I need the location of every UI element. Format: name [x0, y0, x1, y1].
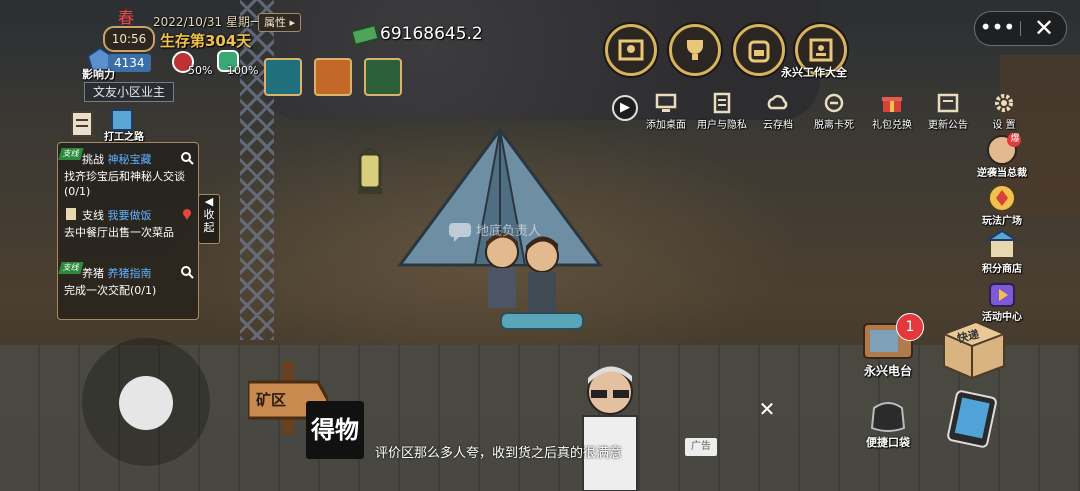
money-icon — [350, 23, 380, 46]
season-icon: 春 — [117, 8, 134, 27]
map-icon — [618, 39, 644, 61]
quest-name: 养猪指南 — [107, 267, 152, 280]
clipboard-icon[interactable] — [66, 108, 98, 138]
more-button[interactable]: ••• — [975, 12, 1020, 45]
settings-icon — [995, 94, 1013, 112]
menu-label: 脱离卡死 — [814, 120, 854, 131]
pouch-icon — [870, 402, 906, 432]
phone-button[interactable] — [934, 388, 1008, 450]
add-desktop-icon — [655, 93, 677, 112]
hoverboard — [500, 312, 584, 330]
quest-kind: 养猪 — [82, 267, 104, 280]
event-center-icon — [989, 283, 1015, 307]
trophy-button[interactable] — [669, 24, 721, 76]
hot-badge: 爆 — [1010, 134, 1020, 144]
backpack-icon — [748, 40, 770, 63]
title-badge: 文友小区业主 — [84, 82, 175, 102]
map-button[interactable] — [605, 24, 657, 76]
right-button-label: 积分商店 — [982, 264, 1022, 275]
points-shop-button[interactable]: 积分商店 — [977, 228, 1027, 278]
gift-icon — [882, 97, 902, 112]
gameplay-square-icon — [988, 184, 1016, 212]
window-controls: ••• ✕ — [974, 11, 1067, 46]
buff-run-icon[interactable] — [264, 58, 302, 96]
quest-kind: 支线 — [82, 209, 104, 222]
quest-item-treasure[interactable]: 支线 挑战 神秘宝藏 找齐珍宝后和神秘人交谈(0/1) — [58, 148, 194, 199]
game-date: 2022/10/31 星期一 — [153, 15, 262, 29]
quest-desc: 完成一次交配(0/1) — [64, 284, 157, 297]
ad-text[interactable]: 评价区那么多人夸，收到货之后真的很满意 — [375, 442, 622, 461]
quest-tag: 支线 — [58, 148, 84, 160]
influence-label: 影响力 — [82, 68, 115, 81]
menu-unstuck[interactable]: 脱离卡死 — [806, 92, 862, 132]
menu-expand-button[interactable]: ▶ — [612, 95, 638, 121]
hunger-value: 50% — [188, 64, 213, 77]
quest-desc: 找齐珍宝后和神秘人交谈(0/1) — [64, 170, 185, 198]
menu-label: 用户与隐私 — [697, 120, 747, 131]
close-button[interactable]: ✕ — [1022, 12, 1066, 45]
user-privacy-icon — [713, 92, 731, 114]
quest-kind: 挑战 — [82, 153, 104, 166]
npc-name-label[interactable]: 地底负责人 — [476, 221, 541, 243]
chat-bubble-icon — [449, 223, 471, 242]
joystick-knob[interactable] — [119, 376, 173, 430]
quest-panel: 支线 挑战 神秘宝藏 找齐珍宝后和神秘人交谈(0/1) 支线 我要做饭 去中餐厅… — [57, 142, 199, 320]
quest-tag: 支线 — [58, 262, 84, 274]
quick-pocket-label: 便捷口袋 — [866, 436, 910, 449]
backpack-button[interactable] — [733, 24, 785, 76]
collapse-quests-button[interactable]: ◀ 收 起 — [198, 194, 220, 244]
work-icon — [809, 38, 833, 62]
quest-title: 挑战 神秘宝藏 — [64, 151, 194, 167]
ad-logo[interactable]: 得物 — [306, 401, 364, 459]
gameplay-square-button[interactable]: 玩法广场 — [977, 180, 1027, 230]
quest-title: 支线 我要做饭 — [64, 207, 194, 223]
notification-badge: 1 — [896, 313, 924, 341]
quest-name: 神秘宝藏 — [107, 153, 152, 166]
announcement-icon — [937, 93, 959, 113]
buff-clover-icon[interactable] — [364, 58, 402, 96]
menu-add-desktop[interactable]: 添加桌面 — [638, 92, 694, 132]
underground-manager-npc[interactable] — [575, 360, 645, 491]
menu-label: 礼包兑换 — [872, 120, 912, 131]
ad-close-button[interactable]: ✕ — [756, 398, 778, 420]
search-icon[interactable] — [180, 151, 194, 165]
work-road-label: 打工之路 — [104, 132, 144, 143]
menu-label: 云存档 — [763, 120, 793, 131]
unstuck-icon — [824, 93, 844, 113]
sign-label: 矿区 — [256, 391, 287, 409]
work-guide-label: 永兴工作大全 — [781, 66, 847, 79]
chain-fence — [240, 0, 274, 340]
money-value: 69168645.2 — [380, 24, 483, 44]
buff-food-icon[interactable] — [314, 58, 352, 96]
menu-label: 设 置 — [992, 120, 1016, 131]
location-pin-icon[interactable] — [180, 207, 194, 221]
points-shop-icon — [984, 229, 1020, 259]
quest-item-cooking[interactable]: 支线 我要做饭 去中餐厅出售一次菜品 — [64, 207, 194, 240]
quick-pocket-button[interactable]: 便捷口袋 — [862, 398, 914, 450]
right-button-label: 玩法广场 — [982, 216, 1022, 227]
quest-desc: 去中餐厅出售一次菜品 — [64, 226, 174, 239]
ad-badge: 广告 — [685, 438, 717, 456]
divider — [1020, 21, 1021, 36]
quest-name: 我要做饭 — [107, 209, 152, 222]
menu-gift-redeem[interactable]: 礼包兑换 — [864, 92, 920, 132]
lantern-icon — [358, 147, 382, 194]
menu-label: 更新公告 — [928, 120, 968, 131]
right-button-label: 逆袭当总裁 — [977, 168, 1027, 179]
cloud-save-icon — [767, 94, 788, 110]
menu-cloud-save[interactable]: 云存档 — [750, 92, 806, 132]
menu-label: 添加桌面 — [646, 120, 686, 131]
menu-user-privacy[interactable]: 用户与隐私 — [694, 92, 750, 132]
search-icon[interactable] — [180, 265, 194, 279]
quest-item-pig[interactable]: 支线 养猪 养猪指南 完成一次交配(0/1) — [58, 262, 194, 298]
menu-announcement[interactable]: 更新公告 — [920, 92, 976, 132]
radio-station-label: 永兴电台 — [863, 364, 912, 378]
menu-settings[interactable]: 设 置 — [976, 92, 1032, 132]
quest-title: 养猪 养猪指南 — [64, 265, 194, 281]
trophy-icon — [687, 40, 703, 60]
clipboard-small-icon — [66, 208, 76, 220]
attribute-button[interactable]: 属性 ▸ — [258, 13, 302, 32]
energy-value: 100% — [227, 64, 259, 77]
collapse-label: 收 起 — [203, 208, 215, 234]
